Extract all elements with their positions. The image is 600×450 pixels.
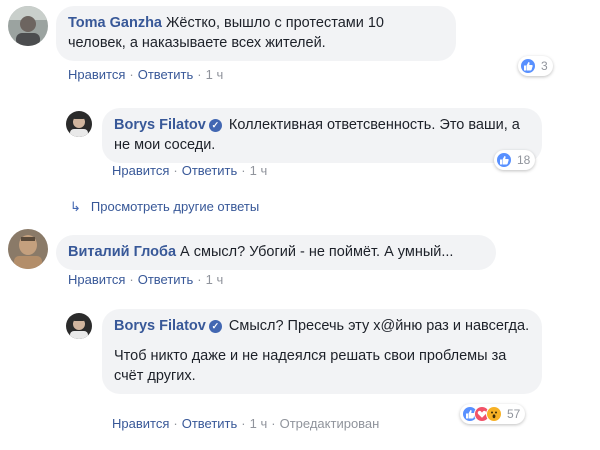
thumbs-up-icon (520, 58, 536, 74)
comment-bubble: Виталий Глоба А смысл? Убогий - не поймё… (56, 235, 496, 270)
reply-link[interactable]: Ответить (182, 416, 238, 431)
comment-time[interactable]: 1 ч (250, 163, 268, 178)
edited-label[interactable]: Отредактирован (280, 416, 380, 431)
comment-actions: Нравится · Ответить · 1 ч (68, 272, 224, 287)
reply-bubble: Borys Filatov ✓ Смысл? Пресечь эту х@йню … (102, 309, 542, 394)
comment-text: А смысл? Убогий - не поймёт. А умный... (180, 244, 454, 260)
like-link[interactable]: Нравится (112, 163, 169, 178)
comment-text: Чтоб никто даже и не надеялся решать сво… (114, 348, 507, 384)
comment-actions: Нравится · Ответить · 1 ч (112, 163, 268, 178)
reply-link[interactable]: Ответить (138, 272, 194, 287)
comment-author[interactable]: Виталий Глоба (68, 244, 176, 260)
comment-time[interactable]: 1 ч (206, 272, 224, 287)
comment-text: Смысл? Пресечь эту х@йню раз и навсегда. (228, 318, 530, 334)
reactions-badge[interactable]: 3 (518, 56, 553, 76)
verified-badge-icon: ✓ (208, 320, 222, 333)
comment-actions: Нравится · Ответить · 1 ч (68, 67, 224, 82)
comment-actions: Нравится · Ответить · 1 ч · Отредактирован (112, 416, 380, 431)
view-more-label: Просмотреть другие ответы (90, 199, 260, 214)
avatar-vitaliy-globa[interactable] (8, 229, 48, 269)
comment-bubble: Toma Ganzha Жёстко, вышло с протестами 1… (56, 6, 456, 61)
reply-arrow-icon: ↳ (70, 199, 81, 214)
reaction-count: 57 (507, 407, 521, 421)
avatar-borys-filatov[interactable] (66, 313, 92, 339)
reaction-count: 18 (517, 153, 531, 167)
avatar-toma-ganzha[interactable] (8, 6, 48, 46)
reply-link[interactable]: Ответить (182, 163, 238, 178)
reactions-badge[interactable]: 57 (460, 404, 526, 424)
like-link[interactable]: Нравится (68, 67, 125, 82)
reply-link[interactable]: Ответить (138, 67, 194, 82)
reactions-badge[interactable]: 18 (494, 150, 536, 170)
reaction-count: 3 (541, 59, 548, 73)
comment-author[interactable]: Borys Filatov (114, 318, 206, 334)
wow-face-icon (486, 406, 502, 422)
comment-time[interactable]: 1 ч (250, 416, 268, 431)
avatar-borys-filatov[interactable] (66, 111, 92, 137)
like-link[interactable]: Нравится (68, 272, 125, 287)
thumbs-up-icon (496, 152, 512, 168)
reply-bubble: Borys Filatov ✓ Коллективная ответсвеннос… (102, 108, 542, 163)
verified-badge-icon: ✓ (208, 119, 222, 132)
view-more-replies[interactable]: ↳ Просмотреть другие ответы (70, 199, 259, 215)
comment-time[interactable]: 1 ч (206, 67, 224, 82)
reply-paragraph: Borys Filatov ✓ Смысл? Пресечь эту х@йню … (114, 316, 530, 336)
comment-author[interactable]: Toma Ganzha (68, 15, 162, 31)
like-link[interactable]: Нравится (112, 416, 169, 431)
comment-author[interactable]: Borys Filatov (114, 117, 206, 133)
